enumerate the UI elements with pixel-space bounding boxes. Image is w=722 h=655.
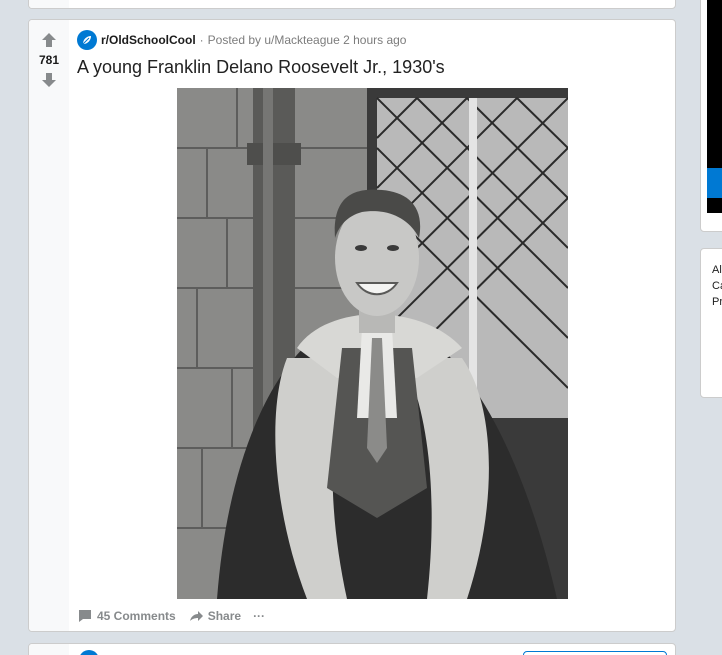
- join-button[interactable]: [523, 651, 667, 655]
- share-button[interactable]: Share: [188, 608, 241, 624]
- post-image[interactable]: [177, 88, 568, 599]
- subreddit-icon[interactable]: [79, 650, 99, 655]
- subreddit-icon[interactable]: [77, 30, 97, 50]
- sidebar-button[interactable]: [707, 168, 722, 198]
- downvote-button[interactable]: [41, 72, 57, 88]
- leaf-icon: [82, 36, 91, 45]
- share-icon: [189, 611, 203, 621]
- more-options-button[interactable]: ···: [253, 609, 265, 623]
- portrait-photo: [177, 88, 568, 599]
- next-post-card[interactable]: [28, 643, 676, 655]
- vote-column: [29, 644, 69, 655]
- sidebar-widget: [700, 0, 722, 232]
- post-meta: r/OldSchoolCool · Posted by u/Mackteague…: [77, 30, 406, 50]
- upvote-arrow-icon: [42, 33, 56, 47]
- posted-by-text[interactable]: Posted by u/Mackteague 2 hours ago: [208, 33, 407, 47]
- post-title[interactable]: A young Franklin Delano Roosevelt Jr., 1…: [77, 57, 445, 78]
- previous-post-card[interactable]: [28, 0, 676, 9]
- comments-button[interactable]: 45 Comments: [77, 608, 176, 624]
- share-label: Share: [207, 609, 242, 623]
- vote-column: [29, 0, 69, 8]
- post-actions: 45 Comments Share ···: [77, 605, 277, 627]
- downvote-arrow-icon: [42, 73, 56, 87]
- subreddit-link[interactable]: r/OldSchoolCool: [101, 33, 196, 47]
- meta-separator: ·: [199, 33, 204, 47]
- sidebar-text: Al Ca Pr: [712, 264, 722, 308]
- more-options-icon: ···: [253, 609, 266, 623]
- sidebar-widget-2: Al Ca Pr: [700, 248, 722, 398]
- comment-icon: [79, 610, 91, 622]
- vote-score: 781: [38, 53, 60, 67]
- comments-label: 45 Comments: [97, 609, 176, 623]
- vote-column: 781: [29, 20, 69, 631]
- post-card[interactable]: 781 r/OldSchoolCool · Posted by u/Mackte…: [28, 19, 676, 632]
- upvote-button[interactable]: [41, 32, 57, 48]
